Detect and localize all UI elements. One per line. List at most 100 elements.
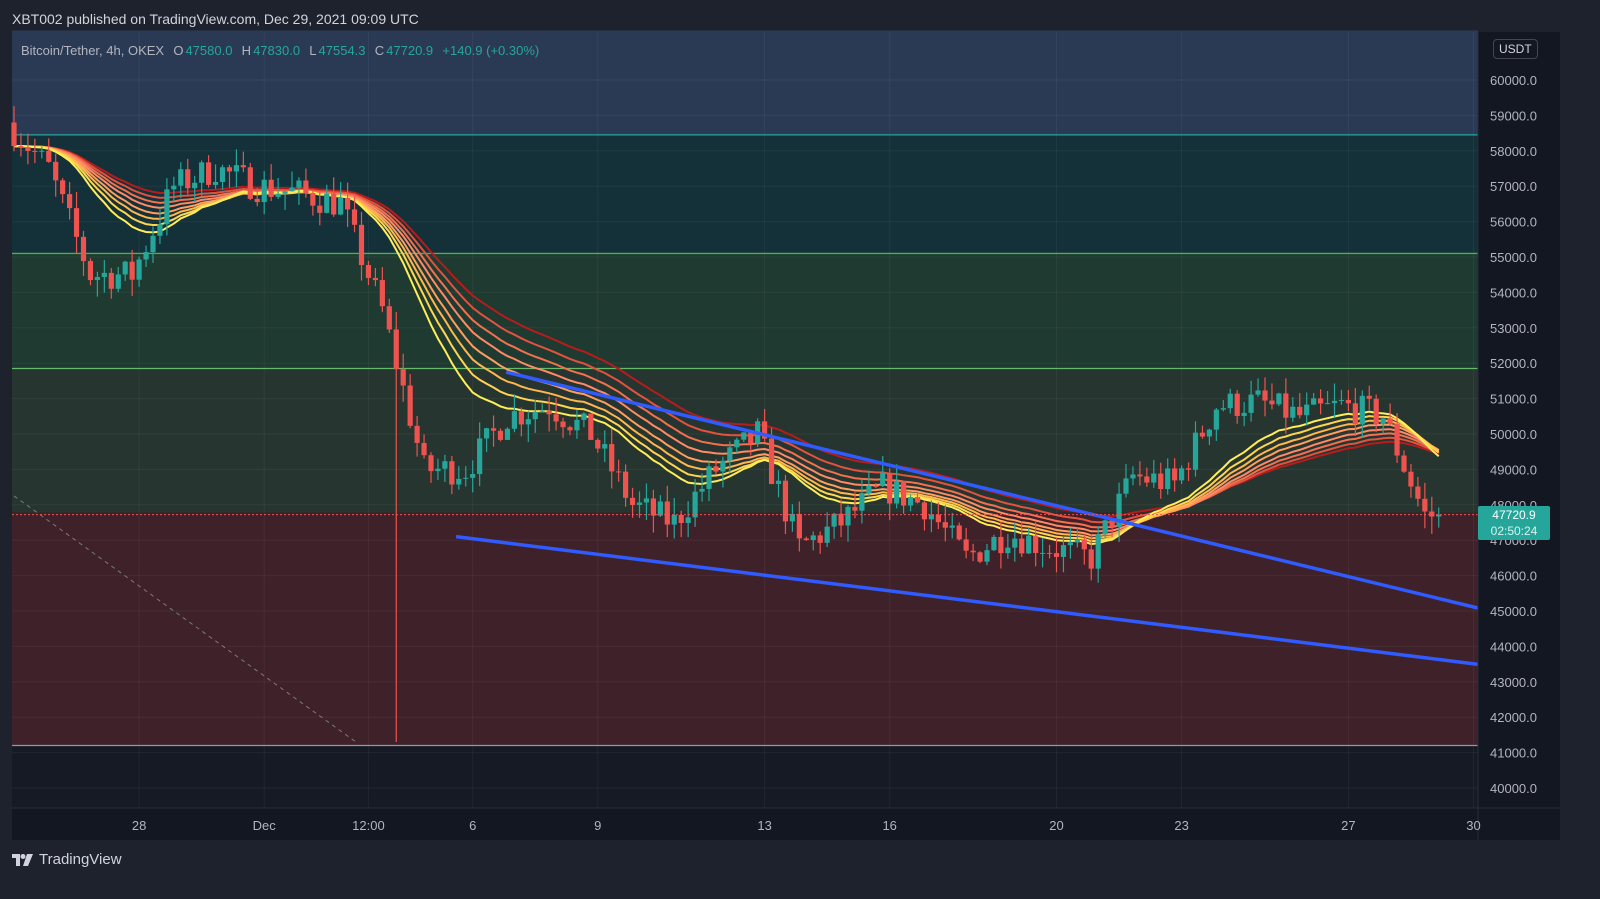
candle-body <box>240 165 246 168</box>
candle-body <box>1283 393 1289 418</box>
candle-body <box>678 514 684 523</box>
candle-body <box>115 274 121 289</box>
price-chart[interactable]: 60000.0 59000.0 58000.0 57000.0 56000.0 55000… <box>0 0 1600 899</box>
candle-body <box>748 432 754 444</box>
candle-body <box>713 466 719 472</box>
candle-body <box>219 167 226 182</box>
candle-body <box>178 169 184 186</box>
price-tick-label: 53000.0 <box>1490 321 1537 336</box>
candle-body <box>94 276 100 281</box>
candle-body <box>477 438 483 475</box>
time-tick-label: Dec <box>253 818 277 833</box>
candle-body <box>970 550 976 553</box>
candle-body <box>1137 474 1143 477</box>
candle <box>1276 392 1282 407</box>
candle-body <box>414 425 420 443</box>
bar-countdown: 02:50:24 <box>1490 524 1538 538</box>
candle-body <box>1311 398 1317 405</box>
candle-body <box>546 410 552 415</box>
candle-body <box>1304 404 1310 416</box>
candle-body <box>1213 409 1219 430</box>
candle-body <box>1081 539 1087 550</box>
candle-body <box>150 235 156 253</box>
candle-body <box>901 481 907 506</box>
candle-body <box>484 428 490 439</box>
currency-button[interactable]: USDT <box>1493 39 1538 59</box>
price-tick-label: 49000.0 <box>1490 462 1537 477</box>
candle-body <box>1345 399 1351 404</box>
candle-body <box>1026 535 1032 554</box>
candle-body <box>157 224 163 236</box>
candle-body <box>1415 486 1421 499</box>
candle-body <box>949 525 955 528</box>
price-tick-label: 57000.0 <box>1490 179 1537 194</box>
candle-body <box>490 428 497 431</box>
candle-body <box>852 506 858 511</box>
price-tick-label: 51000.0 <box>1490 392 1537 407</box>
candle-body <box>511 411 517 429</box>
candle-body <box>18 146 24 148</box>
candle-body <box>331 193 337 215</box>
price-tick-label: 44000.0 <box>1490 639 1537 654</box>
low-value: 47554.3 <box>318 43 366 58</box>
close-label: C <box>374 43 385 58</box>
candle-body <box>261 179 267 203</box>
candle-body <box>803 538 809 541</box>
candle-body <box>73 208 80 237</box>
candle-body <box>539 410 545 412</box>
candle-body <box>358 224 365 266</box>
candle-body <box>532 411 538 420</box>
candle-body <box>1088 549 1094 569</box>
price-tick-label: 58000.0 <box>1490 144 1537 159</box>
candle-body <box>567 427 573 431</box>
candle-body <box>664 501 670 525</box>
candle-body <box>741 432 747 440</box>
candle-body <box>602 444 608 449</box>
candle-body <box>692 491 698 518</box>
candle-body <box>1158 473 1164 490</box>
candle-body <box>87 261 94 281</box>
candle-body <box>1352 403 1358 425</box>
candle-body <box>525 419 531 425</box>
candle-body <box>296 180 302 188</box>
candle-body <box>268 179 274 197</box>
candle-body <box>699 488 705 492</box>
candle-body <box>727 447 733 461</box>
candle-body <box>275 193 281 197</box>
candle-body <box>428 455 434 472</box>
candle-body <box>1019 538 1025 554</box>
candle-body <box>991 536 997 551</box>
price-tick-label: 40000.0 <box>1490 781 1537 796</box>
candle-body <box>894 481 900 504</box>
high-value: 47830.0 <box>253 43 301 58</box>
candle-body <box>616 471 622 473</box>
zone-band <box>12 512 1478 746</box>
open-value: 47580.0 <box>185 43 233 58</box>
candle-body <box>1123 478 1129 494</box>
candle-body <box>1165 468 1171 490</box>
candle-body <box>393 329 399 370</box>
candle-body <box>1220 408 1226 410</box>
price-tick-label: 46000.0 <box>1490 569 1537 584</box>
candle-body <box>25 147 31 151</box>
candle-body <box>1338 399 1345 401</box>
candle-body <box>935 514 941 523</box>
candle-body <box>282 191 288 194</box>
candle-body <box>199 162 205 183</box>
candle-body <box>1408 471 1414 487</box>
candle-body <box>53 161 59 181</box>
candle-body <box>1248 394 1254 413</box>
candle-body <box>1151 473 1157 483</box>
candle-body <box>942 522 948 528</box>
candle-body <box>956 525 962 540</box>
price-tick-label: 54000.0 <box>1490 285 1537 300</box>
price-tick-label: 56000.0 <box>1490 215 1537 230</box>
tradingview-logo[interactable]: TradingView <box>12 851 122 868</box>
last-price-tag: 47720.9 02:50:24 <box>1478 506 1550 540</box>
candle-body <box>1387 418 1393 424</box>
candle-body <box>796 513 802 539</box>
candle-body <box>859 493 865 511</box>
candle-body <box>1401 455 1407 472</box>
candle-body <box>192 182 198 189</box>
candle-body <box>657 501 663 516</box>
